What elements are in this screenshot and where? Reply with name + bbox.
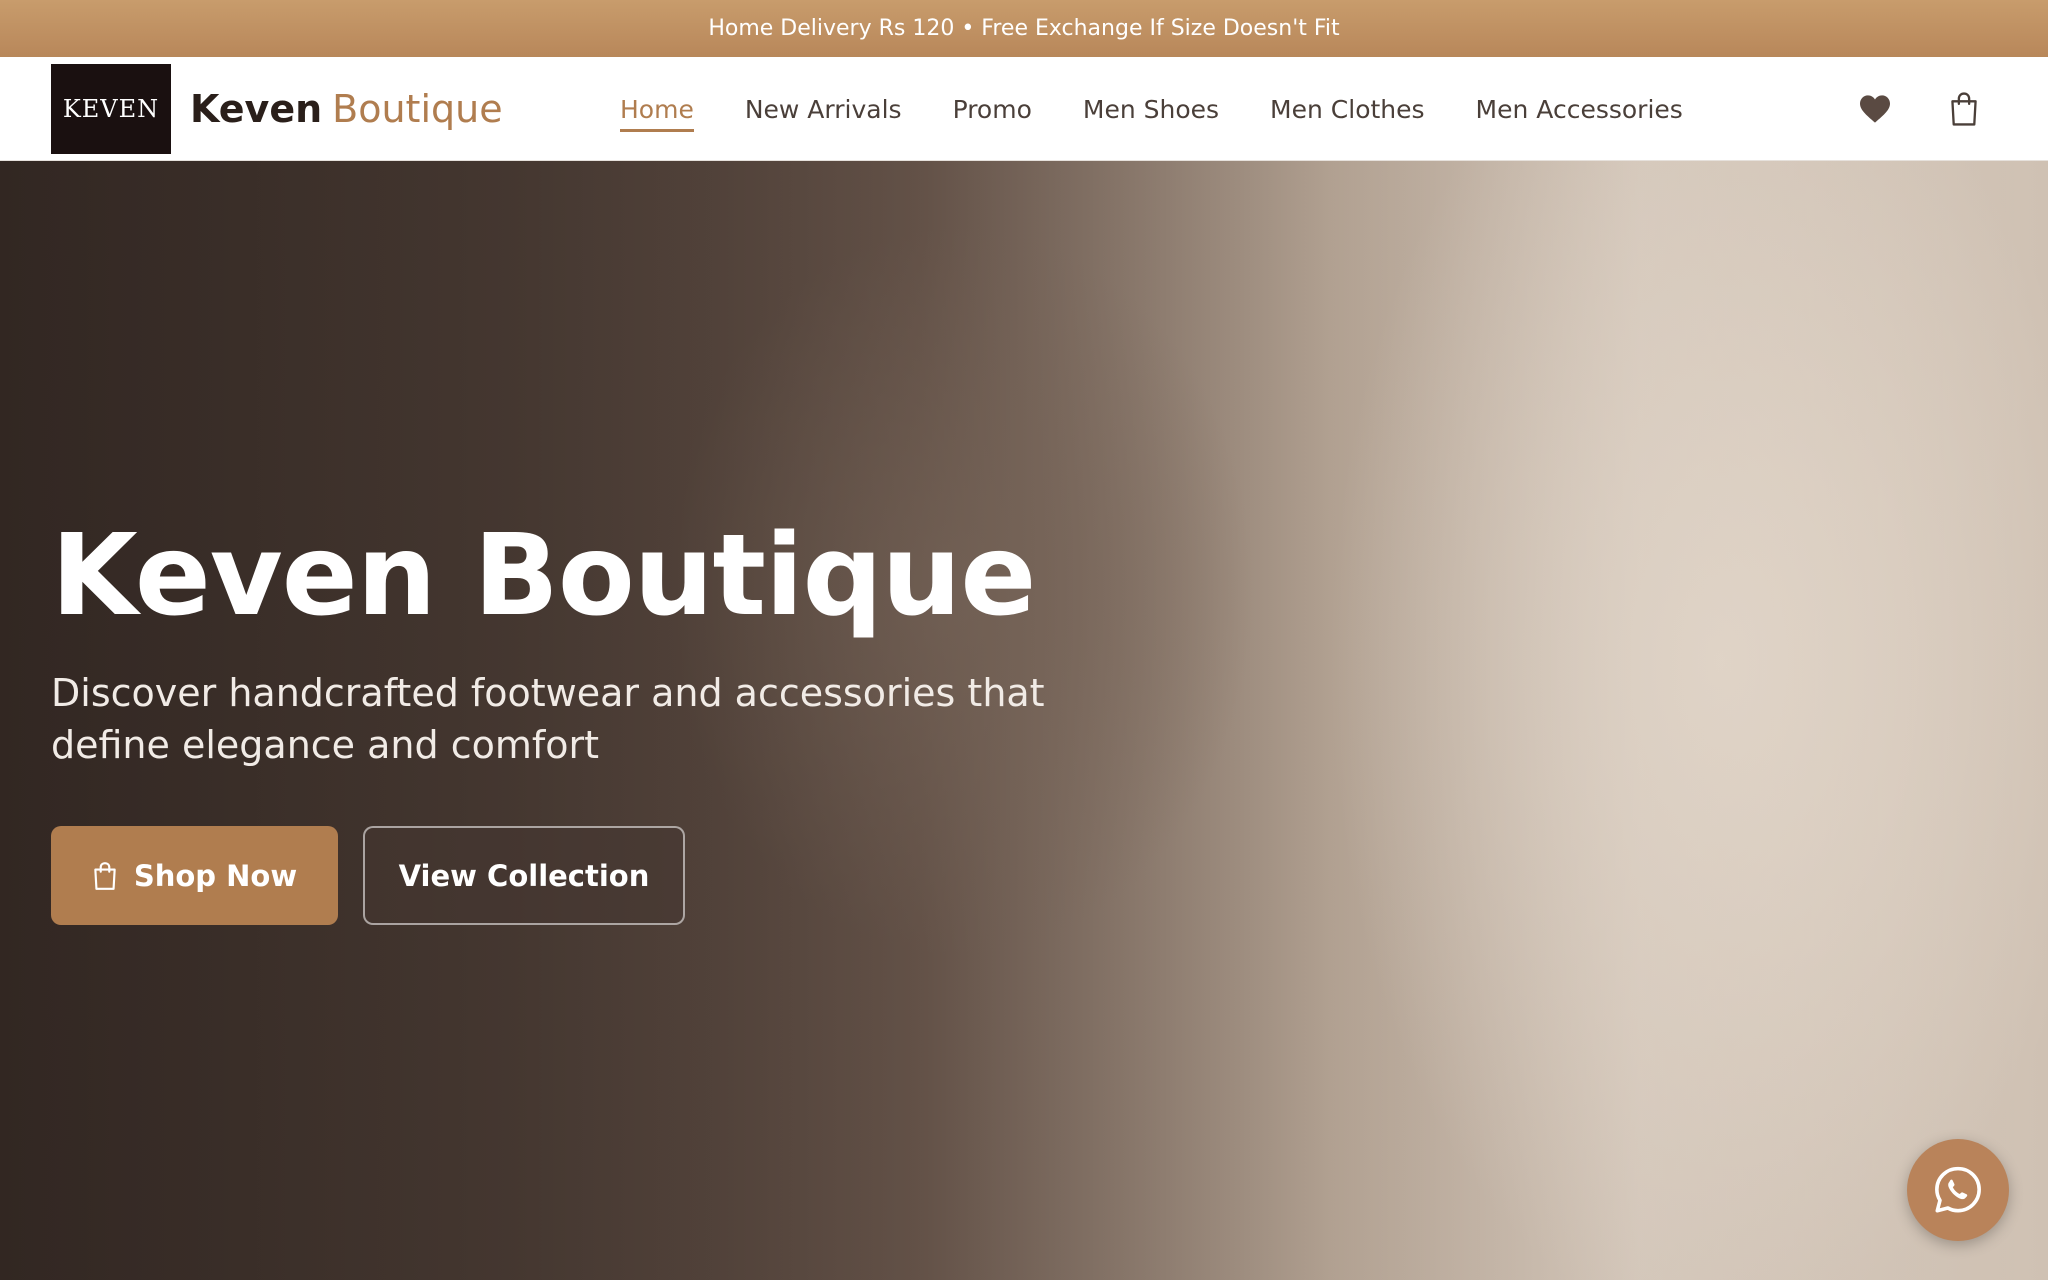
brand-secondary: Boutique (332, 87, 503, 131)
announcement-bar: Home Delivery Rs 120 • Free Exchange If … (0, 0, 2048, 57)
main-nav: Home New Arrivals Promo Men Shoes Men Cl… (620, 57, 1734, 161)
hero-section: Keven Boutique Discover handcrafted foot… (0, 161, 2048, 1280)
heart-icon (1860, 95, 1890, 123)
hero-title: Keven Boutique (51, 511, 1036, 641)
whatsapp-icon (1935, 1166, 1981, 1213)
whatsapp-button[interactable] (1907, 1139, 2009, 1241)
wishlist-button[interactable] (1853, 87, 1897, 131)
view-collection-label: View Collection (398, 858, 650, 893)
logo[interactable]: KEVEN (51, 64, 171, 154)
brand-name[interactable]: Keven Boutique (190, 79, 503, 139)
nav-item-men-shoes[interactable]: Men Shoes (1083, 87, 1219, 132)
logo-text: KEVEN (62, 95, 160, 123)
view-collection-button[interactable]: View Collection (363, 826, 685, 925)
brand-primary: Keven (190, 87, 323, 131)
nav-item-men-accessories[interactable]: Men Accessories (1476, 87, 1683, 132)
nav-item-new-arrivals[interactable]: New Arrivals (745, 87, 902, 132)
shop-now-label: Shop Now (133, 858, 298, 893)
site-header: KEVEN Keven Boutique Home New Arrivals P… (0, 57, 2048, 161)
shop-now-button[interactable]: Shop Now (51, 826, 338, 925)
announcement-text: Home Delivery Rs 120 • Free Exchange If … (708, 16, 1340, 41)
nav-item-promo[interactable]: Promo (953, 87, 1032, 132)
shopping-bag-icon (94, 861, 116, 890)
nav-item-home[interactable]: Home (620, 87, 694, 132)
nav-item-men-clothes[interactable]: Men Clothes (1270, 87, 1425, 132)
hero-subtitle: Discover handcrafted footwear and access… (51, 671, 1045, 767)
cart-button[interactable] (1942, 87, 1986, 131)
shopping-bag-icon (1951, 92, 1977, 126)
